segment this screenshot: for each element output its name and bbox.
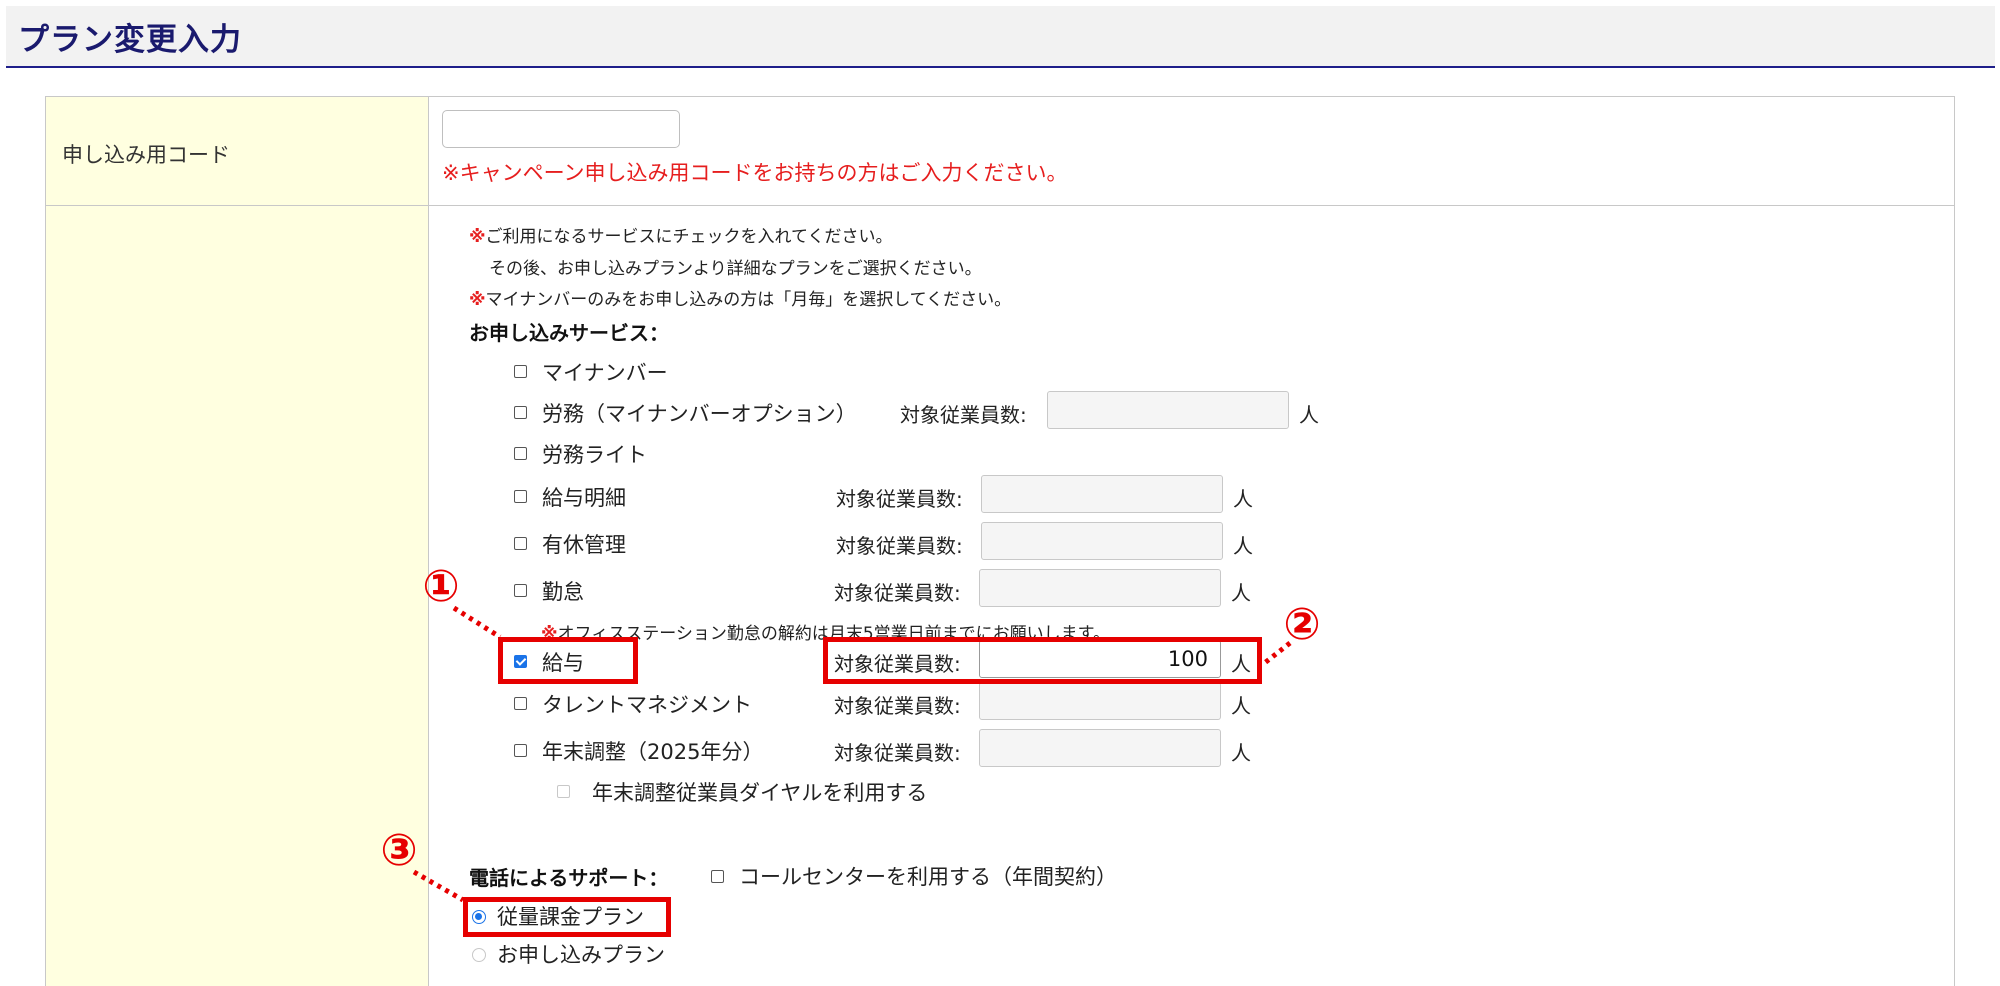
connector-2 bbox=[1260, 641, 1292, 667]
page-title: プラン変更入力 bbox=[18, 22, 242, 58]
connector-3 bbox=[412, 869, 465, 903]
plan-form: 申し込み用コード ※キャンペーン申し込み用コードをお持ちの方はご入力ください。 … bbox=[45, 96, 1955, 986]
page-header: プラン変更入力 bbox=[6, 6, 1995, 68]
annotation-connectors bbox=[412, 605, 1292, 903]
connector-1 bbox=[452, 605, 502, 640]
